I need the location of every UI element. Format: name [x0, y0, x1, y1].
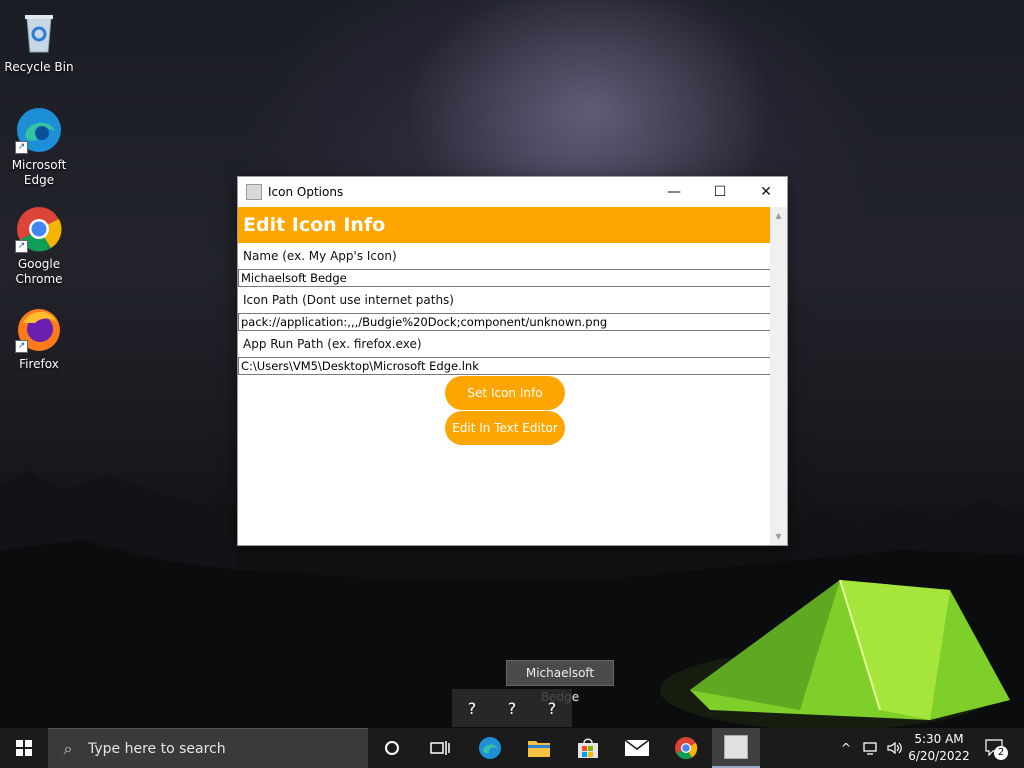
- desktop-icon-firefox[interactable]: ↗ Firefox: [1, 305, 77, 372]
- icon-options-window: Icon Options — ☐ ✕ Edit Icon Info Name (…: [237, 176, 788, 546]
- clock-date: 6/20/2022: [908, 749, 970, 763]
- taskbar-edge[interactable]: [466, 728, 514, 768]
- budgie-app-icon: [724, 735, 748, 759]
- action-center-button[interactable]: 2: [980, 728, 1010, 768]
- edge-icon: [479, 737, 501, 759]
- name-label: Name (ex. My App's Icon): [243, 249, 397, 263]
- volume-icon: [887, 741, 902, 755]
- folder-icon: [528, 741, 550, 757]
- desktop-icon-google-chrome[interactable]: ↗ Google Chrome: [1, 205, 77, 287]
- start-button[interactable]: [0, 728, 48, 768]
- dock-tooltip: Michaelsoft Bedge: [506, 660, 614, 704]
- network-icon: [863, 742, 877, 755]
- desktop-icon-label: Microsoft: [11, 158, 67, 172]
- shortcut-arrow-icon: ↗: [15, 141, 28, 154]
- edge-icon: ↗: [15, 106, 63, 154]
- taskbar-clock[interactable]: 5:30 AM 6/20/2022: [906, 731, 972, 765]
- taskbar-mail[interactable]: [613, 728, 661, 768]
- mail-icon: [625, 740, 649, 756]
- app-window-icon: [246, 184, 262, 200]
- budgie-dock: ? ? ?: [452, 689, 572, 727]
- taskbar: ⌕ Type here to search ^ 5:30 AM 6/20/202…: [0, 728, 1024, 768]
- desktop-icon-recycle-bin[interactable]: Recycle Bin: [1, 8, 77, 75]
- taskbar-store[interactable]: [564, 728, 612, 768]
- search-icon: ⌕: [63, 738, 73, 758]
- desktop-icon-label-line2: Chrome: [15, 272, 63, 286]
- desktop-icon-label: Google: [17, 257, 61, 271]
- vertical-scrollbar[interactable]: ▲ ▼: [770, 207, 787, 545]
- dock-item-unknown-icon[interactable]: ?: [548, 699, 557, 718]
- cortana-button[interactable]: [368, 728, 416, 768]
- volume-button[interactable]: [884, 728, 906, 768]
- chrome-icon: [675, 737, 698, 760]
- window-content: Edit Icon Info Name (ex. My App's Icon) …: [238, 207, 772, 545]
- task-view-icon: [430, 741, 450, 755]
- taskbar-file-explorer[interactable]: [515, 728, 563, 768]
- store-icon: [578, 738, 598, 758]
- desktop-icon-label: Firefox: [19, 357, 59, 371]
- clock-time: 5:30 AM: [914, 732, 964, 746]
- tent-background: [660, 579, 1010, 730]
- close-icon: ✕: [760, 184, 772, 200]
- dock-item-unknown-icon[interactable]: ?: [508, 699, 517, 718]
- window-titlebar[interactable]: Icon Options — ☐ ✕: [238, 177, 787, 207]
- edit-in-text-editor-button[interactable]: Edit In Text Editor: [445, 411, 565, 445]
- desktop-icon-label: Recycle Bin: [4, 60, 74, 74]
- scroll-up-icon[interactable]: ▲: [770, 207, 787, 224]
- desktop-icon-microsoft-edge[interactable]: ↗ Microsoft Edge: [1, 106, 77, 188]
- firefox-icon: ↗: [15, 305, 63, 353]
- icon-path-input[interactable]: [238, 313, 771, 331]
- maximize-icon: ☐: [713, 184, 727, 200]
- task-view-button[interactable]: [416, 728, 464, 768]
- search-placeholder: Type here to search: [88, 740, 226, 757]
- taskbar-budgie-dock[interactable]: [712, 728, 760, 768]
- chevron-up-icon: ^: [840, 741, 852, 755]
- network-button[interactable]: [860, 728, 882, 768]
- set-icon-info-button[interactable]: Set Icon Info: [445, 376, 565, 410]
- app-run-path-label: App Run Path (ex. firefox.exe): [243, 337, 422, 351]
- taskbar-search-box[interactable]: ⌕ Type here to search: [48, 728, 368, 768]
- window-title: Icon Options: [268, 185, 344, 199]
- app-run-path-input[interactable]: [238, 357, 771, 375]
- notification-count-badge: 2: [994, 746, 1008, 760]
- cortana-circle-icon: [385, 741, 399, 755]
- desktop-icon-label-line2: Edge: [23, 173, 55, 187]
- maximize-button[interactable]: ☐: [697, 177, 743, 207]
- scroll-down-icon[interactable]: ▼: [770, 528, 787, 545]
- name-input[interactable]: [238, 269, 771, 287]
- close-button[interactable]: ✕: [743, 177, 789, 207]
- windows-logo-icon: [16, 740, 32, 756]
- recycle-bin-icon: [15, 8, 63, 56]
- dock-item-unknown-icon[interactable]: ?: [468, 699, 477, 718]
- show-hidden-icons-button[interactable]: ^: [836, 728, 856, 768]
- minimize-button[interactable]: —: [651, 177, 697, 207]
- icon-path-label: Icon Path (Dont use internet paths): [243, 293, 454, 307]
- shortcut-arrow-icon: ↗: [15, 240, 28, 253]
- shortcut-arrow-icon: ↗: [15, 340, 28, 353]
- edit-icon-info-header: Edit Icon Info: [238, 207, 772, 243]
- chrome-icon: ↗: [15, 205, 63, 253]
- minimize-icon: —: [667, 184, 681, 200]
- taskbar-chrome[interactable]: [662, 728, 710, 768]
